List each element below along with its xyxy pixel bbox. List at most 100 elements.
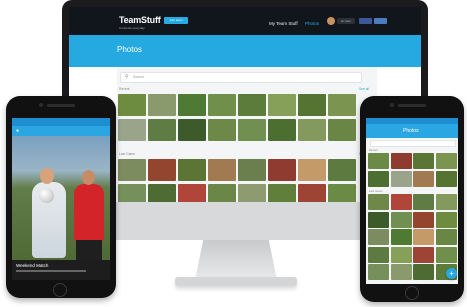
photo-thumbnail[interactable] [328, 183, 356, 202]
share-icon[interactable] [374, 18, 387, 24]
photo-grid-recent [368, 153, 457, 187]
photo-thumbnail[interactable] [148, 183, 176, 202]
photo-viewer[interactable] [12, 136, 110, 260]
home-button-icon[interactable] [53, 283, 67, 297]
photo-thumbnail[interactable] [238, 183, 266, 202]
photo-thumbnail[interactable] [390, 194, 412, 210]
photo-thumbnail[interactable] [178, 159, 206, 181]
photo-thumbnail[interactable] [413, 246, 434, 263]
nav-link-my-team[interactable]: My Team Stuff [269, 21, 298, 26]
nav-link-photos[interactable]: Photos [305, 21, 319, 26]
photo-thumbnail[interactable] [368, 264, 389, 280]
photo-thumbnail[interactable] [328, 159, 356, 181]
photo-thumbnail[interactable] [298, 118, 326, 141]
photo-thumbnail[interactable] [328, 94, 356, 116]
photo-thumbnail[interactable] [390, 246, 412, 263]
user-menu[interactable]: Hi User [337, 18, 355, 24]
phone-right-title: Photos [403, 128, 419, 134]
site-tagline: Connects everyday [119, 26, 145, 30]
photo-grid-recent [118, 94, 356, 141]
page-header: Photos [69, 35, 421, 67]
site-logo[interactable]: TeamStuff [119, 15, 161, 25]
photo-thumbnail[interactable] [298, 94, 326, 116]
photo-thumbnail[interactable] [208, 183, 236, 202]
phone-right-screen: Photos Recent Last Game + [366, 118, 458, 284]
photo-thumbnail[interactable] [208, 94, 236, 116]
photo-thumbnail[interactable] [413, 170, 434, 187]
photo-thumbnail[interactable] [268, 159, 296, 181]
player-white-head [40, 168, 54, 184]
photo-thumbnail[interactable] [413, 211, 434, 228]
photo-thumbnail[interactable] [178, 118, 206, 141]
photo-thumbnail[interactable] [118, 159, 146, 181]
photo-thumbnail[interactable] [413, 229, 434, 245]
photo-thumbnail[interactable] [268, 94, 296, 116]
photo-thumbnail[interactable] [178, 94, 206, 116]
search-input[interactable]: ⚲ Search [120, 72, 362, 83]
photo-thumbnail[interactable] [118, 183, 146, 202]
avatar[interactable] [327, 17, 335, 25]
photo-thumbnail[interactable] [178, 183, 206, 202]
photo-thumbnail[interactable] [413, 264, 434, 280]
photo-thumbnail[interactable] [298, 159, 326, 181]
photo-thumbnail[interactable] [268, 118, 296, 141]
section-label-last-game: Last Game [119, 152, 136, 156]
photo-thumbnail[interactable] [435, 229, 457, 245]
add-icon[interactable]: + [446, 268, 457, 279]
photo-thumbnail[interactable] [413, 153, 434, 169]
photo-caption: Weekend Match [12, 260, 110, 280]
monitor-base [175, 277, 297, 286]
photo-thumbnail[interactable] [298, 183, 326, 202]
photo-thumbnail[interactable] [390, 264, 412, 280]
photo-grid-last-game [368, 194, 457, 280]
photo-thumbnail[interactable] [208, 159, 236, 181]
see-all-link-recent[interactable]: See all [359, 87, 369, 91]
photos-content: ⚲ Search Recent See all Last Game See al… [117, 67, 377, 202]
section-label-last-game: Last Game [369, 189, 383, 193]
photo-thumbnail[interactable] [368, 246, 389, 263]
speaker-icon [398, 104, 426, 107]
join-team-button[interactable]: Join team [164, 17, 188, 24]
player-red-head [82, 170, 95, 185]
phone-left-header: ● [12, 126, 110, 136]
photo-thumbnail[interactable] [148, 94, 176, 116]
photo-thumbnail[interactable] [328, 118, 356, 141]
photo-thumbnail[interactable] [118, 94, 146, 116]
page-title: Photos [117, 45, 142, 54]
photo-thumbnail[interactable] [413, 194, 434, 210]
facebook-icon[interactable] [359, 18, 372, 24]
home-button-icon[interactable] [405, 286, 419, 300]
photo-thumbnail[interactable] [148, 159, 176, 181]
photo-thumbnail[interactable] [368, 194, 389, 210]
photo-thumbnail[interactable] [368, 229, 389, 245]
monitor-stand [195, 240, 277, 280]
photo-thumbnail[interactable] [238, 159, 266, 181]
search-icon: ⚲ [125, 74, 129, 80]
photo-thumbnail[interactable] [268, 183, 296, 202]
photo-thumbnail[interactable] [435, 153, 457, 169]
photo-thumbnail[interactable] [435, 246, 457, 263]
search-input[interactable] [370, 140, 456, 147]
phone-right: Photos Recent Last Game + [360, 96, 464, 302]
photo-thumbnail[interactable] [368, 170, 389, 187]
photo-thumbnail[interactable] [390, 229, 412, 245]
photo-thumbnail[interactable] [435, 211, 457, 228]
photo-thumbnail[interactable] [208, 118, 236, 141]
section-label-recent: Recent [369, 148, 378, 152]
photo-thumbnail[interactable] [390, 211, 412, 228]
photo-thumbnail[interactable] [238, 94, 266, 116]
photo-thumbnail[interactable] [368, 211, 389, 228]
photo-thumbnail[interactable] [390, 170, 412, 187]
caption-title: Weekend Match [16, 263, 49, 268]
photo-thumbnail[interactable] [435, 194, 457, 210]
menu-icon[interactable]: ● [16, 128, 19, 134]
photo-thumbnail[interactable] [435, 170, 457, 187]
photo-thumbnail[interactable] [368, 153, 389, 169]
photo-thumbnail[interactable] [118, 118, 146, 141]
camera-icon [39, 103, 43, 107]
search-placeholder: Search [133, 75, 145, 79]
photo-thumbnail[interactable] [238, 118, 266, 141]
photo-thumbnail[interactable] [148, 118, 176, 141]
photo-thumbnail[interactable] [390, 153, 412, 169]
camera-icon [390, 103, 394, 107]
